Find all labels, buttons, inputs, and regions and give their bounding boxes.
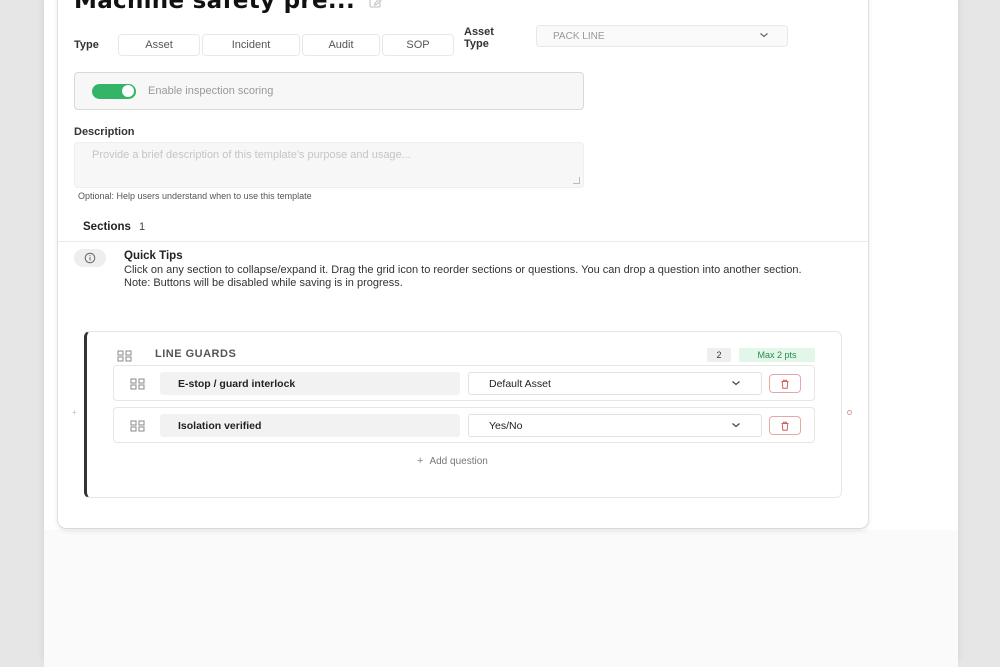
chevron-down-icon bbox=[759, 31, 769, 42]
description-placeholder: Provide a brief description of this temp… bbox=[92, 149, 411, 161]
asset-type-value: PACK LINE bbox=[553, 30, 605, 42]
quick-tips-line1: Click on any section to collapse/expand … bbox=[124, 264, 802, 276]
add-question-label: Add question bbox=[429, 455, 488, 467]
plus-icon: + bbox=[417, 455, 424, 467]
quick-tips-title: Quick Tips bbox=[124, 250, 183, 262]
quick-tips-text: Click on any section to collapse/expand … bbox=[124, 264, 864, 289]
template-editor-card: Machine safety pre... Type Asset Inciden… bbox=[58, 0, 868, 528]
insert-plus-icon[interactable]: + bbox=[72, 408, 77, 417]
description-helper: Optional: Help users understand when to … bbox=[78, 191, 312, 201]
section-card-line-guards[interactable]: LINE GUARDS 2 Max 2 pts E-stop / guard i… bbox=[84, 331, 842, 498]
asset-type-select[interactable]: PACK LINE bbox=[536, 25, 788, 47]
section-name[interactable]: LINE GUARDS bbox=[155, 348, 236, 360]
asset-type-label-line2: Type bbox=[464, 38, 489, 50]
asset-type-label-line1: Asset bbox=[464, 26, 494, 38]
type-option-asset[interactable]: Asset bbox=[118, 34, 200, 56]
trash-icon bbox=[781, 379, 789, 389]
title-row: Machine safety pre... bbox=[74, 0, 385, 14]
question-row[interactable]: Isolation verified Yes/No bbox=[113, 407, 815, 443]
sections-count: 1 bbox=[138, 221, 146, 233]
response-type-select[interactable]: Default Asset bbox=[468, 372, 762, 395]
panel-footer-area bbox=[44, 530, 958, 667]
description-textarea[interactable]: Provide a brief description of this temp… bbox=[74, 142, 584, 188]
scoring-toggle-container: Enable inspection scoring bbox=[74, 72, 584, 110]
chevron-down-icon bbox=[731, 420, 741, 432]
type-option-sop[interactable]: SOP bbox=[382, 34, 454, 56]
sections-header: Sections 1 bbox=[83, 221, 145, 233]
question-row[interactable]: E-stop / guard interlock Default Asset bbox=[113, 365, 815, 401]
delete-question-button[interactable] bbox=[769, 374, 801, 393]
type-option-audit[interactable]: Audit bbox=[302, 34, 380, 56]
asset-type-label: Asset Type bbox=[464, 26, 494, 50]
toggle-knob bbox=[122, 85, 134, 97]
drag-grid-icon[interactable] bbox=[130, 377, 146, 395]
max-points-badge: Max 2 pts bbox=[739, 348, 815, 362]
question-name-input[interactable]: E-stop / guard interlock bbox=[160, 372, 460, 395]
type-selector: Type Asset Incident Audit SOP bbox=[74, 34, 456, 56]
sections-divider bbox=[58, 241, 868, 242]
delete-question-button[interactable] bbox=[769, 416, 801, 435]
response-type-select[interactable]: Yes/No bbox=[468, 414, 762, 437]
question-name-input[interactable]: Isolation verified bbox=[160, 414, 460, 437]
scoring-toggle-label: Enable inspection scoring bbox=[148, 85, 274, 97]
section-handle-dot[interactable] bbox=[847, 410, 852, 415]
response-type-value: Yes/No bbox=[489, 419, 523, 432]
question-count-badge: 2 bbox=[707, 348, 731, 362]
type-option-incident[interactable]: Incident bbox=[202, 34, 300, 56]
trash-icon bbox=[781, 421, 789, 431]
drag-grid-icon[interactable] bbox=[130, 419, 146, 437]
info-icon bbox=[74, 249, 106, 267]
add-question-button[interactable]: + Add question bbox=[417, 455, 488, 467]
chevron-down-icon bbox=[731, 378, 741, 390]
type-label: Type bbox=[74, 39, 99, 51]
scoring-toggle[interactable] bbox=[92, 83, 136, 99]
quick-tips-line2: Note: Buttons will be disabled while sav… bbox=[124, 276, 403, 289]
response-type-value: Default Asset bbox=[489, 377, 551, 390]
template-title[interactable]: Machine safety pre... bbox=[74, 0, 355, 14]
edit-title-icon[interactable] bbox=[369, 0, 385, 8]
description-label: Description bbox=[74, 126, 135, 138]
sections-title: Sections bbox=[83, 221, 131, 233]
